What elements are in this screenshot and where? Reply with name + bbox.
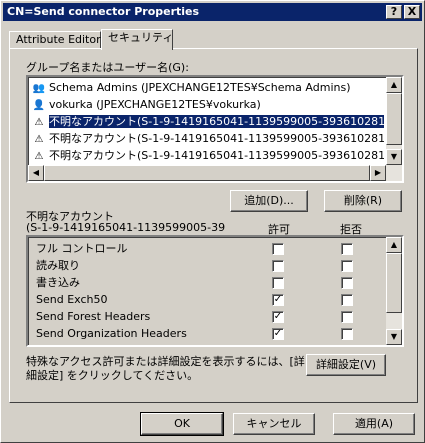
deny-checkbox[interactable] [341, 243, 353, 255]
deny-checkbox[interactable] [341, 311, 353, 323]
allow-checkbox[interactable] [272, 260, 284, 272]
principal-item[interactable]: 👥 Schema Admins (JPEXCHANGE12TES¥Schema A… [32, 79, 384, 96]
perm-scroll-thumb[interactable] [386, 253, 402, 313]
deny-checkbox[interactable] [341, 260, 353, 272]
deny-checkbox[interactable] [341, 277, 353, 289]
ok-button[interactable]: OK [140, 412, 224, 436]
permission-name: 読み取り [36, 259, 80, 272]
apply-button[interactable]: 適用(A) [333, 413, 415, 435]
unknown-user-icon: ⚠ [34, 134, 44, 145]
principal-item[interactable]: ⚠ 不明なアカウント(S-1-9-1419165041-1139599005-39… [32, 113, 384, 130]
title-bar[interactable]: CN=Send connector Properties [3, 3, 422, 21]
advanced-help-line2: 細設定] をクリックしてください。 [26, 369, 199, 382]
allow-checkbox[interactable] [272, 277, 284, 289]
remove-button[interactable]: 削除(R) [324, 190, 402, 212]
permission-name: フル コントロール [36, 242, 128, 255]
add-button[interactable]: 追加(D)... [230, 190, 308, 212]
principal-label: Schema Admins (JPEXCHANGE12TES¥Schema Ad… [49, 81, 351, 94]
allow-checkbox[interactable] [272, 243, 284, 255]
permission-name: Send Exch50 [36, 293, 108, 306]
permission-name: Send Forest Headers [36, 310, 151, 323]
security-panel: グループ名またはユーザー名(G): 👥 Schema Admins (JPEXCH… [9, 48, 418, 403]
principal-list[interactable]: 👥 Schema Admins (JPEXCHANGE12TES¥Schema A… [26, 75, 404, 183]
principal-item[interactable]: ⚠ 不明なアカウント(S-1-9-1419165041-1139599005-39… [32, 147, 384, 164]
principal-label: 不明なアカウント(S-1-9-1419165041-1139599005-393… [49, 149, 384, 162]
permission-list-vscrollbar[interactable]: ▲ ▼ [386, 237, 402, 345]
permission-name: 書き込み [36, 276, 80, 289]
deny-checkbox[interactable] [341, 345, 353, 347]
perm-header-sid: (S-1-9-1419165041-1139599005-39 [26, 221, 226, 234]
allow-checkbox[interactable]: ✓ [272, 328, 284, 340]
help-button[interactable]: ? [386, 5, 402, 19]
scroll-down-button[interactable]: ▼ [386, 149, 402, 165]
hscroll-thumb[interactable] [44, 165, 370, 181]
properties-dialog: CN=Send connector Properties ? X Attribu… [0, 0, 425, 443]
group-icon: 👥 [32, 83, 46, 94]
close-button[interactable]: X [404, 5, 420, 19]
cancel-button[interactable]: キャンセル [233, 413, 315, 435]
user-icon: 👤 [32, 100, 46, 111]
scroll-thumb[interactable] [386, 93, 402, 145]
deny-checkbox[interactable] [341, 294, 353, 306]
permission-name: Send Routing Headers [36, 342, 159, 345]
principal-label: vokurka (JPEXCHANGE12TES¥vokurka) [49, 98, 261, 111]
tab-attribute-editor[interactable]: Attribute Editor [9, 31, 101, 49]
principal-list-hscrollbar[interactable]: ◀ ▶ [28, 165, 402, 181]
scroll-right-button[interactable]: ▶ [370, 165, 386, 181]
perm-scroll-up-button[interactable]: ▲ [386, 237, 402, 253]
tab-security[interactable]: セキュリティ [101, 29, 173, 50]
principal-label: 不明なアカウント(S-1-9-1419165041-1139599005-393… [49, 132, 384, 145]
allow-checkbox[interactable]: ✓ [272, 294, 284, 306]
scroll-up-button[interactable]: ▲ [386, 77, 402, 93]
scroll-left-button[interactable]: ◀ [28, 165, 44, 181]
advanced-button[interactable]: 詳細設定(V) [306, 354, 386, 376]
group-or-user-label: グループ名またはユーザー名(G): [26, 61, 189, 74]
principal-label: 不明なアカウント(S-1-9-1419165041-1139599005-393… [47, 114, 384, 129]
unknown-user-icon: ⚠ [34, 117, 44, 128]
principal-item[interactable]: ⚠ 不明なアカウント(S-1-9-1419165041-1139599005-39… [32, 130, 384, 147]
permission-name: Send Organization Headers [36, 327, 187, 340]
window-title: CN=Send connector Properties [7, 5, 200, 18]
allow-checkbox[interactable]: ✓ [272, 345, 284, 347]
allow-checkbox[interactable]: ✓ [272, 311, 284, 323]
unknown-user-icon: ⚠ [34, 151, 44, 162]
principal-item[interactable]: 👤 vokurka (JPEXCHANGE12TES¥vokurka) [32, 96, 384, 113]
principal-list-vscrollbar[interactable]: ▲ ▼ [386, 77, 402, 165]
perm-scroll-down-button[interactable]: ▼ [386, 329, 402, 345]
deny-checkbox[interactable] [341, 328, 353, 340]
permission-list: フル コントロール 読み取り書き込み Send Exch50 ✓ Send Forest… [26, 235, 404, 347]
